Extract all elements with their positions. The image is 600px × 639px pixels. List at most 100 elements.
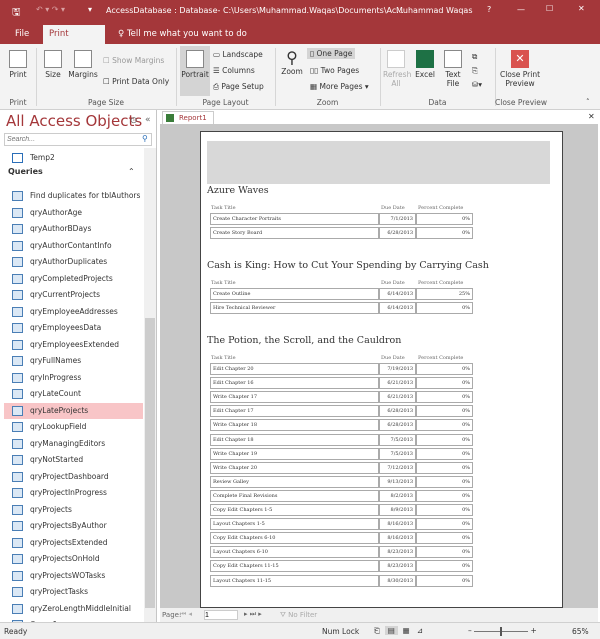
search-icon[interactable]: ⚲: [142, 134, 148, 143]
nav-item-query[interactable]: qryProjectsWOTasks: [4, 568, 143, 584]
cell-task-title: Hire Technical Reviewer: [210, 302, 379, 315]
two-pages-button[interactable]: ▯▯ Two Pages: [310, 66, 359, 75]
nav-item-label: Temp2: [30, 153, 55, 162]
nav-item-query[interactable]: qryEmployeesExtended: [4, 337, 143, 353]
cell-task-title: Edit Chapter 17: [210, 405, 379, 418]
cell-due-date: 6/28/2013: [379, 227, 416, 240]
shutter-bar-icon[interactable]: «: [145, 115, 151, 125]
nav-item-query[interactable]: qryCurrentProjects: [4, 287, 143, 303]
zoom-button[interactable]: ⚲ Zoom: [279, 48, 305, 76]
header-percent-complete: Percent Complete: [418, 205, 464, 211]
tell-me-search[interactable]: ♀ Tell me what you want to do: [112, 25, 253, 44]
nav-item-query[interactable]: qryAuthorContantInfo: [4, 238, 143, 254]
nav-item-query[interactable]: qryEmployeesData: [4, 320, 143, 336]
customize-qat-icon[interactable]: ▾: [88, 5, 92, 14]
nav-item-query[interactable]: qryProjectsByAuthor: [4, 518, 143, 534]
nav-item-query[interactable]: qryProjects: [4, 502, 143, 518]
nav-item-query[interactable]: qryCompletedProjects: [4, 271, 143, 287]
tell-me-label: Tell me what you want to do: [126, 29, 247, 39]
query-icon: [12, 372, 23, 383]
nav-item-query[interactable]: qryAuthorAge: [4, 205, 143, 221]
doc-tab-report1[interactable]: Report1: [162, 111, 214, 124]
more-pages-button[interactable]: ▦ More Pages ▾: [310, 82, 369, 91]
portrait-label: Portrait: [181, 70, 209, 79]
nav-item-query[interactable]: qryLateProjects: [4, 402, 143, 419]
print-button[interactable]: Print: [6, 50, 30, 79]
cell-due-date: 7/19/2013: [379, 363, 416, 375]
nav-item-query[interactable]: qryFullNames: [4, 353, 143, 369]
margins-label: Margins: [68, 70, 98, 79]
nav-item-label: qryProjectInProgress: [30, 488, 107, 497]
nav-item-query[interactable]: qryAuthorBDays: [4, 221, 143, 237]
nav-item-query[interactable]: qryProjectDashboard: [4, 469, 143, 485]
close-print-preview-button[interactable]: ✕ Close Print Preview: [498, 50, 542, 88]
size-label: Size: [45, 70, 61, 79]
columns-button[interactable]: ☰ Columns: [213, 66, 255, 75]
print-data-only-checkbox[interactable]: ☐ Print Data Only: [103, 77, 169, 86]
excel-icon: [416, 50, 434, 68]
refresh-all-button[interactable]: Refresh All: [383, 50, 411, 88]
nav-item-query[interactable]: qryInProgress: [4, 370, 143, 386]
cell-task-title: Copy Edit Chapters 1-5: [210, 504, 379, 516]
cell-task-title: Create Outline: [210, 288, 379, 300]
view-icons[interactable]: ⎗ ▤ ▦ ⊿: [374, 626, 423, 636]
queries-section-header[interactable]: Queries: [8, 167, 43, 176]
nav-item-query[interactable]: qryAuthorDuplicates: [4, 254, 143, 270]
nav-item-query[interactable]: qryProjectsExtended: [4, 535, 143, 551]
nav-item-query[interactable]: qryProjectTasks: [4, 584, 143, 600]
query-icon: [12, 438, 23, 449]
nav-item-query[interactable]: qryManagingEditors: [4, 436, 143, 452]
nav-item-query[interactable]: qryZeroLengthMiddleInitial: [4, 601, 143, 617]
excel-export-button[interactable]: Excel: [413, 50, 437, 79]
cell-task-title: Copy Edit Chapters 6-10: [210, 532, 379, 545]
scrollbar-thumb[interactable]: [145, 318, 155, 608]
next-last-page-buttons[interactable]: ▸ ⏭ ▸: [244, 610, 262, 619]
text-file-export-button[interactable]: Text File: [441, 50, 465, 88]
nav-item-table[interactable]: Temp2: [4, 150, 143, 166]
more-export-icons[interactable]: ⧉ ⎘ ⛁▾: [472, 50, 482, 92]
one-page-button[interactable]: ▯ One Page: [307, 48, 356, 59]
cell-task-title: Edit Chapter 20: [210, 363, 379, 375]
nav-menu-icon[interactable]: ⊙: [130, 116, 138, 126]
close-doc-icon[interactable]: ✕: [588, 112, 595, 121]
nav-item-query[interactable]: qryLateCount: [4, 386, 143, 402]
collapse-section-icon[interactable]: ⌃: [128, 167, 135, 176]
page-setup-button[interactable]: ⎙ Page Setup: [213, 82, 264, 92]
close-button[interactable]: ✕: [578, 4, 585, 13]
no-filter-button[interactable]: ⛛ No Filter: [280, 611, 317, 620]
first-prev-page-buttons[interactable]: ⏮ ◂: [180, 610, 192, 619]
nav-item-query[interactable]: Find duplicates for tblAuthors: [4, 188, 143, 204]
tab-print-preview[interactable]: Print Preview: [43, 25, 105, 58]
nav-item-query[interactable]: qryLookupField: [4, 419, 143, 435]
zoom-slider[interactable]: – +: [468, 626, 537, 636]
nav-item-label: qryNotStarted: [30, 455, 84, 464]
query-icon: [12, 240, 23, 251]
help-button[interactable]: ?: [487, 5, 491, 14]
landscape-button[interactable]: ▭ Landscape: [213, 50, 263, 59]
portrait-button[interactable]: Portrait: [180, 46, 210, 96]
print-label: Print: [9, 70, 27, 79]
nav-search-input[interactable]: [4, 133, 152, 146]
collapse-ribbon-icon[interactable]: ˄: [586, 98, 590, 106]
cell-task-title: Create Story Board: [210, 227, 379, 240]
maximize-button[interactable]: ☐: [546, 4, 553, 13]
user-name[interactable]: Muhammad Waqas: [396, 6, 473, 15]
margins-button[interactable]: Margins: [68, 50, 98, 79]
query-icon: [12, 471, 23, 482]
size-button[interactable]: Size: [42, 50, 64, 79]
nav-title[interactable]: All Access Objects: [6, 112, 142, 130]
cell-due-date: 8/16/2013: [379, 518, 416, 531]
minimize-button[interactable]: —: [517, 5, 525, 14]
tab-file[interactable]: File: [9, 25, 35, 44]
save-icon[interactable]: 🖫: [12, 5, 21, 22]
page-number-input[interactable]: [204, 610, 238, 620]
nav-item-query[interactable]: qryProjectsOnHold: [4, 551, 143, 567]
nav-scrollbar[interactable]: [144, 148, 156, 622]
nav-item-query[interactable]: qryProjectInProgress: [4, 485, 143, 501]
nav-item-query[interactable]: qryEmployeeAddresses: [4, 304, 143, 320]
nav-item-query[interactable]: qryNotStarted: [4, 452, 143, 468]
show-margins-checkbox[interactable]: ☐ Show Margins: [103, 56, 164, 65]
undo-icon[interactable]: ↶ ▾ ↷ ▾: [36, 5, 65, 14]
zoom-level[interactable]: 65%: [572, 627, 589, 636]
query-icon: [12, 191, 23, 201]
